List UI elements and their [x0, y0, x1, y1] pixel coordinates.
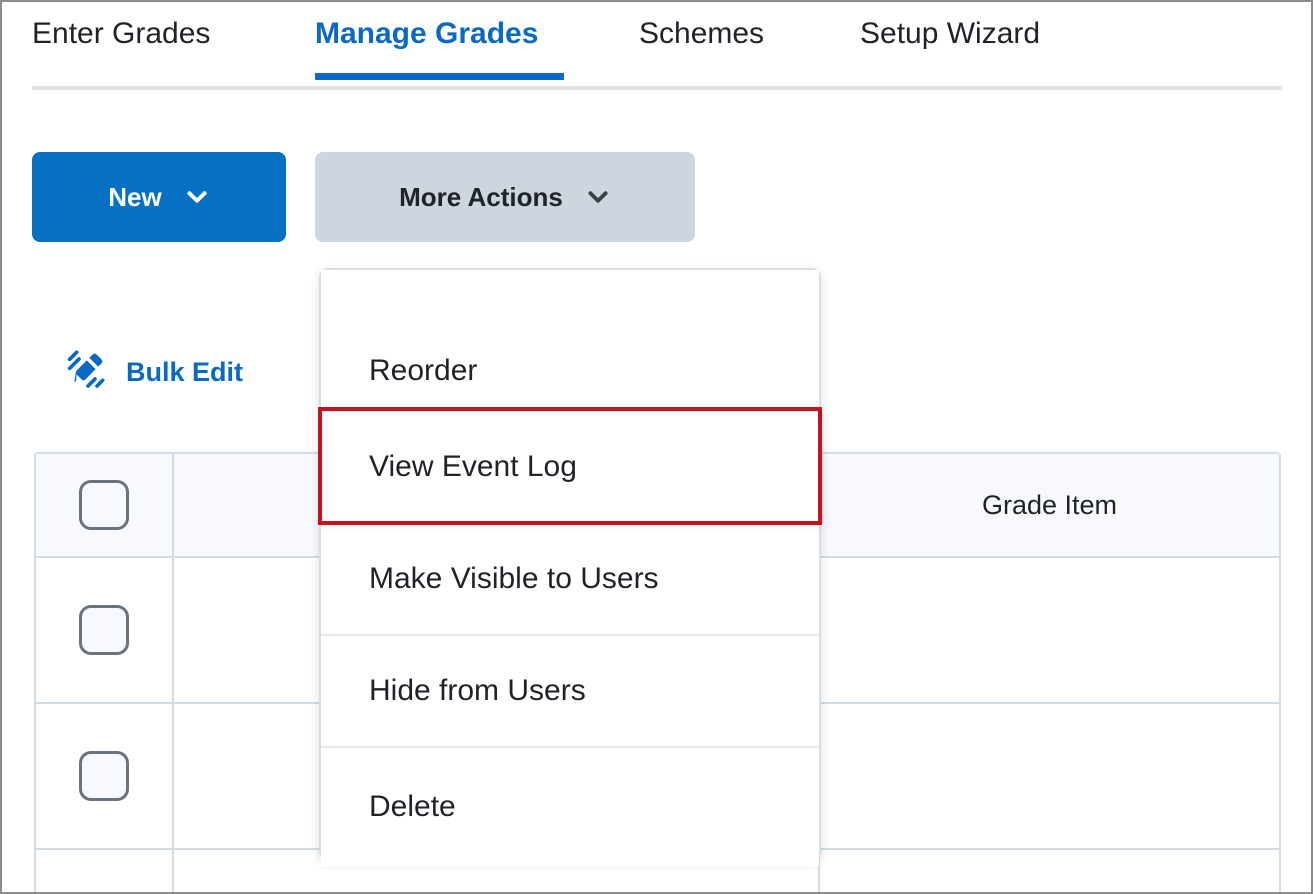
menu-item-label: Make Visible to Users: [369, 562, 659, 596]
new-button[interactable]: New: [32, 152, 286, 242]
bulk-edit-label: Bulk Edit: [126, 357, 243, 388]
menu-item-label: Hide from Users: [369, 674, 586, 708]
tab-setup-wizard[interactable]: Setup Wizard: [860, 12, 1040, 56]
new-button-label: New: [108, 182, 161, 213]
menu-item-label: Delete: [369, 790, 456, 824]
more-actions-dropdown-menu: Reorder View Event Log Make Visible to U…: [319, 268, 821, 860]
select-all-cell: [36, 454, 174, 556]
grade-item-column-header: Grade Item: [820, 454, 1279, 556]
chevron-down-icon: [585, 184, 611, 210]
tab-enter-grades[interactable]: Enter Grades: [32, 12, 210, 56]
tab-schemes[interactable]: Schemes: [639, 12, 764, 56]
more-actions-button[interactable]: More Actions: [315, 152, 695, 242]
row-grade-item-cell: [820, 704, 1279, 848]
grade-item-column-header-label: Grade Item: [982, 490, 1117, 521]
checkbox-icon[interactable]: [79, 751, 129, 801]
tab-bar-divider: [32, 86, 1282, 90]
bulk-edit-link[interactable]: Bulk Edit: [66, 350, 243, 395]
menu-item-label: View Event Log: [369, 450, 577, 484]
row-select-cell: [36, 558, 174, 702]
menu-item-reorder[interactable]: Reorder: [321, 270, 819, 410]
chevron-down-icon: [184, 184, 210, 210]
tab-manage-grades[interactable]: Manage Grades: [315, 12, 538, 56]
menu-item-hide-from-users[interactable]: Hide from Users: [321, 634, 819, 746]
menu-item-make-visible-to-users[interactable]: Make Visible to Users: [321, 522, 819, 634]
pencil-edit-icon: [66, 350, 106, 395]
row-select-cell: [36, 850, 174, 894]
row-grade-item-cell: [820, 558, 1279, 702]
row-select-cell: [36, 704, 174, 848]
menu-item-label: Reorder: [369, 354, 477, 388]
checkbox-icon[interactable]: [79, 605, 129, 655]
menu-item-delete[interactable]: Delete: [321, 746, 819, 866]
row-grade-item-cell: [820, 850, 1279, 894]
primary-tab-bar: Enter Grades Manage Grades Schemes Setup…: [2, 2, 1313, 82]
active-tab-indicator: [315, 73, 564, 80]
grades-manage-screen: Enter Grades Manage Grades Schemes Setup…: [0, 0, 1313, 894]
menu-item-view-event-log[interactable]: View Event Log: [321, 410, 819, 522]
checkbox-icon[interactable]: [79, 480, 129, 530]
more-actions-button-label: More Actions: [399, 182, 563, 213]
